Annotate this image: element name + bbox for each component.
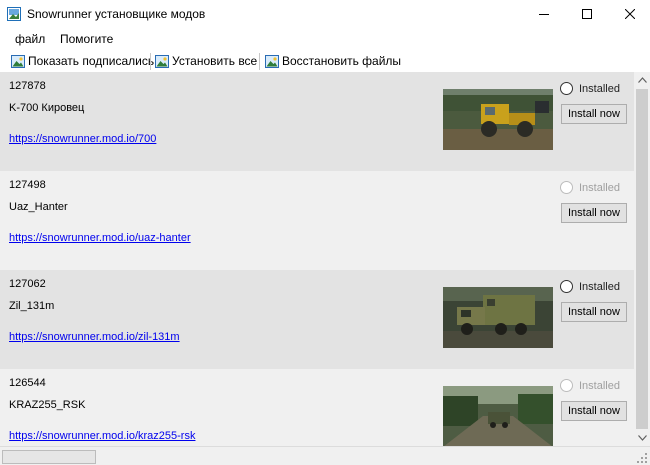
mod-thumbnail (443, 89, 553, 150)
mod-link[interactable]: https://snowrunner.mod.io/zil-131m (9, 331, 180, 343)
mod-row: 126544 KRAZ255_RSK https://snowrunner.mo… (0, 369, 634, 446)
menu-file[interactable]: файл (15, 32, 45, 46)
radio-circle (560, 82, 573, 95)
window-title: Snowrunner установщике модов (27, 7, 206, 21)
vertical-scrollbar[interactable] (634, 72, 650, 446)
title-bar: Snowrunner установщике модов (0, 0, 650, 28)
installed-label: Installed (579, 181, 620, 194)
toolbar: Показать подписались Установить все Восс… (0, 50, 650, 72)
restore-files-label: Восстановить файлы (282, 54, 402, 68)
install-now-button[interactable]: Install now (561, 203, 627, 223)
mod-thumbnail (443, 287, 553, 348)
show-subscribed-button[interactable]: Показать подписались (11, 53, 154, 69)
resize-grip-icon[interactable] (636, 452, 648, 464)
mod-row: 127878 K-700 Кировец https://snowrunner.… (0, 72, 634, 171)
status-bar (0, 446, 650, 465)
chevron-down-icon (637, 435, 647, 441)
installed-radio[interactable]: Installed (560, 181, 620, 194)
install-now-button[interactable]: Install now (561, 401, 627, 421)
picture-icon (11, 54, 25, 68)
scroll-down-button[interactable] (634, 430, 650, 446)
mod-list: 127878 K-700 Кировец https://snowrunner.… (0, 72, 634, 446)
toolbar-separator (259, 53, 260, 70)
maximize-icon (582, 9, 592, 19)
mod-link[interactable]: https://snowrunner.mod.io/uaz-hanter (9, 232, 191, 244)
mod-id: 127062 (9, 278, 46, 290)
mod-name: Zil_131m (9, 300, 55, 312)
picture-icon (265, 54, 279, 68)
radio-circle (560, 181, 573, 194)
menu-help[interactable]: Помогите (60, 32, 113, 46)
installed-radio[interactable]: Installed (560, 280, 620, 293)
mod-link[interactable]: https://snowrunner.mod.io/700 (9, 133, 156, 145)
radio-circle (560, 280, 573, 293)
restore-files-button[interactable]: Восстановить файлы (265, 53, 401, 69)
chevron-up-icon (637, 77, 647, 83)
install-now-button[interactable]: Install now (561, 302, 627, 322)
scrollbar-thumb[interactable] (636, 89, 648, 429)
mod-name: KRAZ255_RSK (9, 399, 86, 411)
picture-icon (155, 54, 169, 68)
install-all-label: Установить все (172, 54, 258, 68)
install-now-button[interactable]: Install now (561, 104, 627, 124)
mod-link[interactable]: https://snowrunner.mod.io/kraz255-rsk (9, 430, 195, 442)
installed-radio[interactable]: Installed (560, 379, 620, 392)
close-icon (625, 9, 635, 19)
toolbar-separator (150, 53, 151, 70)
close-button[interactable] (607, 0, 650, 28)
minimize-icon (539, 14, 549, 15)
installed-label: Installed (579, 379, 620, 392)
minimize-button[interactable] (521, 0, 567, 28)
show-subscribed-label: Показать подписались (28, 54, 155, 68)
installed-label: Installed (579, 280, 620, 293)
mod-id: 126544 (9, 377, 46, 389)
scroll-up-button[interactable] (634, 72, 650, 88)
mod-name: Uaz_Hanter (9, 201, 68, 213)
mod-id: 127498 (9, 179, 46, 191)
mod-row: 127062 Zil_131m https://snowrunner.mod.i… (0, 270, 634, 369)
maximize-button[interactable] (564, 0, 610, 28)
progress-bar (2, 450, 96, 464)
install-all-button[interactable]: Установить все (155, 53, 257, 69)
menu-bar: файл Помогите (0, 28, 650, 50)
mod-thumbnail (443, 386, 553, 446)
radio-circle (560, 379, 573, 392)
mod-row: 127498 Uaz_Hanter https://snowrunner.mod… (0, 171, 634, 270)
installed-radio[interactable]: Installed (560, 82, 620, 95)
mod-name: K-700 Кировец (9, 102, 85, 114)
installed-label: Installed (579, 82, 620, 95)
mod-id: 127878 (9, 80, 46, 92)
app-icon (7, 7, 21, 21)
